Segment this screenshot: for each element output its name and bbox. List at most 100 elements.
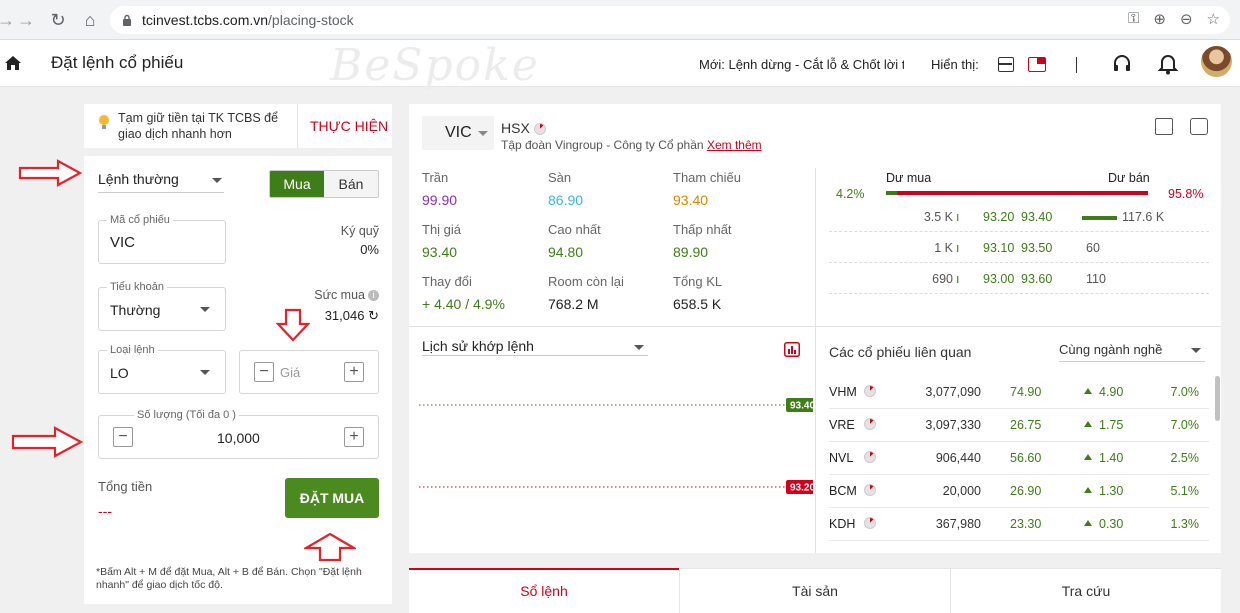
related-price: 26.90	[1010, 484, 1042, 498]
annotation-arrow-right-icon	[11, 426, 83, 458]
ask-price[interactable]: 93.50	[1021, 241, 1052, 255]
related-row[interactable]: BCM 20,000 26.90 1.30 5.1%	[829, 475, 1209, 508]
bid-tick: ı	[956, 241, 960, 255]
tab-assets[interactable]: Tài sản	[679, 569, 950, 613]
quantity-increase-button[interactable]: +	[344, 427, 364, 447]
related-percent: 7.0%	[1170, 418, 1200, 432]
ask-price[interactable]: 93.60	[1021, 272, 1052, 286]
headset-icon[interactable]	[1112, 54, 1132, 74]
related-symbol[interactable]: VRE	[829, 418, 855, 432]
promo-action-button[interactable]: THỰC HIỆN	[310, 118, 388, 134]
stat-label: Tổng KL	[673, 274, 723, 289]
bell-icon[interactable]	[1158, 53, 1178, 75]
stat-label: Thay đổi	[422, 274, 472, 289]
layout-stacked-icon[interactable]	[998, 57, 1014, 72]
chevron-down-icon	[200, 307, 210, 312]
price-increase-button[interactable]: +	[344, 362, 364, 382]
related-symbol[interactable]: NVL	[829, 451, 853, 465]
related-change: 1.30	[1084, 484, 1123, 498]
home-browser-icon[interactable]: ⌂	[76, 6, 104, 34]
related-symbol[interactable]: VHM	[829, 385, 857, 399]
key-icon[interactable]: ⚿	[1128, 10, 1139, 28]
forward-icon[interactable]: →	[12, 6, 40, 34]
history-icon[interactable]	[1190, 118, 1208, 135]
related-filter-value: Cùng ngành nghề	[1059, 342, 1163, 357]
info-icon[interactable]: i	[368, 290, 379, 302]
stat-item: Trần 99.90	[422, 170, 457, 208]
related-filter-select[interactable]: Cùng ngành nghề	[1059, 342, 1205, 362]
related-percent: 7.0%	[1170, 385, 1200, 399]
related-price: 56.60	[1010, 451, 1042, 465]
related-volume: 3,077,090	[925, 385, 981, 399]
quantity-value: 10,000	[217, 430, 260, 446]
buy-tab[interactable]: Mua	[270, 171, 324, 197]
order-type-value: Lệnh thường	[98, 171, 179, 187]
stock-symbol-select[interactable]: VIC	[422, 116, 494, 150]
place-buy-button[interactable]: ĐẶT MUA	[285, 478, 379, 518]
reload-icon[interactable]: ↻	[44, 6, 72, 34]
app-header: Đặt lệnh cổ phiếu BeSpoke Mới: Lệnh dừng…	[0, 40, 1240, 91]
tab-order-book[interactable]: Sổ lệnh	[409, 568, 679, 613]
stat-value: + 4.40 / 4.9%	[422, 296, 505, 312]
divider	[409, 326, 1221, 327]
related-price: 23.30	[1010, 517, 1042, 531]
divider	[815, 168, 816, 553]
order-type-select[interactable]: Lệnh thường	[98, 171, 224, 193]
related-title: Các cổ phiếu liên quan	[829, 344, 972, 360]
up-arrow-icon	[1084, 454, 1092, 460]
home-icon[interactable]	[3, 53, 23, 73]
stat-value: 99.90	[422, 192, 458, 208]
tab-lookup[interactable]: Tra cứu	[950, 569, 1221, 613]
order-kind-label: Loại lệnh	[107, 344, 158, 356]
news-ticker[interactable]: Mới: Lệnh dừng - Cắt lỗ & Chốt lời tại	[699, 57, 904, 72]
stock-panel: VIC HSX Tập đoàn Vingroup - Công ty Cổ p…	[409, 104, 1221, 553]
scrollbar[interactable]	[1215, 376, 1220, 421]
bid-price[interactable]: 93.20	[983, 210, 1014, 224]
lightbulb-icon	[99, 115, 109, 129]
star-icon[interactable]: ☆	[1207, 10, 1220, 28]
related-symbol[interactable]: BCM	[829, 484, 857, 498]
related-symbol[interactable]: KDH	[829, 517, 855, 531]
sell-tab[interactable]: Bán	[324, 171, 378, 197]
related-change-value: 1.30	[1099, 484, 1124, 498]
stat-item: Sàn 86.90	[548, 170, 583, 208]
related-percent: 2.5%	[1170, 451, 1200, 465]
related-row[interactable]: KDH 367,980 23.30 0.30 1.3%	[829, 508, 1209, 541]
chevron-down-icon	[212, 178, 222, 183]
account-select[interactable]: Tiểu khoản Thường	[98, 281, 226, 331]
add-icon[interactable]: ⊕	[1153, 10, 1166, 28]
order-kind-select[interactable]: Loại lệnh LO	[98, 344, 226, 394]
symbol-field[interactable]: Mã cổ phiếu VIC	[98, 214, 226, 264]
price-stepper[interactable]: − Giá +	[239, 350, 379, 394]
pie-icon	[864, 451, 876, 463]
bid-ratio-fill	[886, 191, 897, 195]
bid-price[interactable]: 93.00	[983, 272, 1014, 286]
related-row[interactable]: NVL 906,440 56.60 1.40 2.5%	[829, 442, 1209, 475]
up-arrow-icon	[1084, 388, 1092, 394]
stat-item: Tham chiếu 93.40	[673, 170, 741, 208]
ask-price[interactable]: 93.40	[1021, 210, 1052, 224]
quantity-stepper[interactable]: Số lượng (Tối đa 0 ) − 10,000 +	[98, 409, 379, 459]
related-percent: 5.1%	[1170, 484, 1200, 498]
stat-label: Cao nhất	[548, 222, 601, 237]
symbol-value: VIC	[110, 234, 136, 251]
quantity-decrease-button[interactable]: −	[113, 427, 133, 447]
avatar[interactable]	[1201, 46, 1232, 77]
price-decrease-button[interactable]: −	[254, 362, 274, 382]
more-link[interactable]: Xem thêm	[707, 138, 762, 152]
bid-price[interactable]: 93.10	[983, 241, 1014, 255]
stat-item: Thị giá 93.40	[422, 222, 461, 260]
layout-split-icon[interactable]	[1028, 57, 1046, 72]
chart-icon[interactable]	[1155, 118, 1173, 135]
divider	[1076, 57, 1077, 73]
bar-chart-icon[interactable]	[784, 342, 800, 357]
related-row[interactable]: VRE 3,097,330 26.75 1.75 7.0%	[829, 409, 1209, 442]
address-bar[interactable]: tcinvest.tcbs.com.vn/placing-stock ⚿ ⊕ ⊖…	[110, 6, 1230, 34]
zoom-icon[interactable]: ⊖	[1180, 10, 1193, 28]
related-row[interactable]: VHM 3,077,090 74.90 4.90 7.0%	[829, 376, 1209, 409]
buying-power-value: 31,046 ↻	[325, 308, 379, 324]
side-toggle: Mua Bán	[269, 170, 379, 198]
history-select[interactable]: Lịch sử khớp lệnh	[422, 338, 648, 356]
pie-icon	[864, 517, 876, 529]
refresh-icon[interactable]: ↻	[368, 308, 379, 323]
